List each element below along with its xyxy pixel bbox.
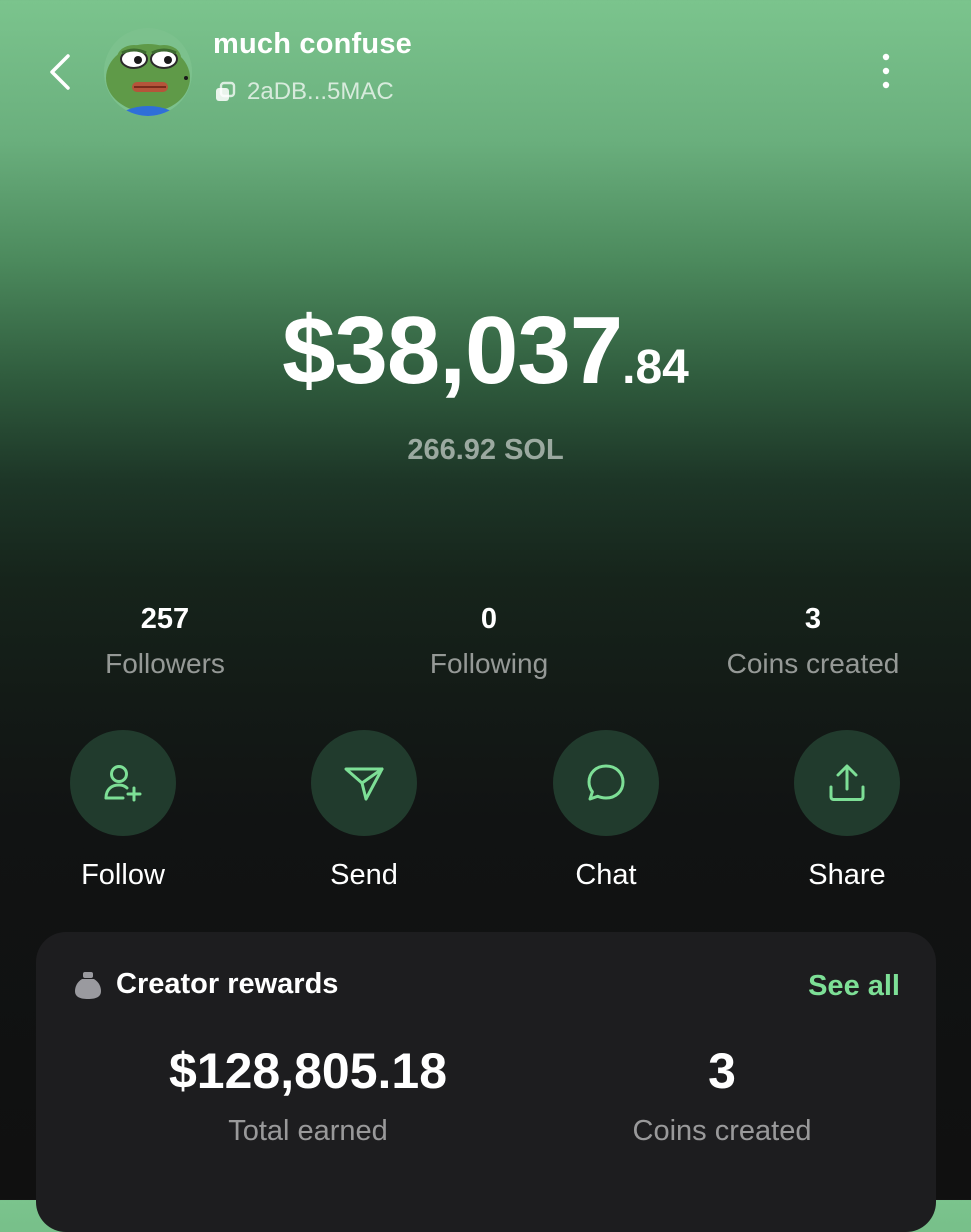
creator-rewards-title: Creator rewards <box>116 968 339 1000</box>
share-icon <box>829 764 865 801</box>
chat-label: Chat <box>575 859 637 891</box>
following-label: Following <box>429 648 549 679</box>
frog-avatar-image <box>104 28 192 116</box>
chat-button[interactable]: Chat <box>526 730 686 892</box>
send-button[interactable]: Send <box>284 730 444 892</box>
send-icon <box>344 767 384 801</box>
total-earned-stat: $128,805.18 Total earned <box>108 1040 508 1160</box>
copy-icon <box>213 80 237 104</box>
wallet-address-copy[interactable]: 2aDB...5MAC <box>213 76 394 108</box>
share-button-circle[interactable] <box>794 730 900 836</box>
chevron-left-icon <box>50 54 70 90</box>
stat-coins-created[interactable]: 3 Coins created <box>663 600 963 690</box>
creator-rewards-card: Creator rewards See all $128,805.18 Tota… <box>36 932 936 1232</box>
following-count: 0 <box>480 603 498 635</box>
wallet-address: 2aDB...5MAC <box>247 78 394 105</box>
followers-count: 257 <box>140 603 190 635</box>
total-earned-value: $128,805.18 <box>168 1043 448 1099</box>
followers-label: Followers <box>105 648 225 679</box>
coins-created-count: 3 <box>804 603 822 635</box>
chat-button-circle[interactable] <box>553 730 659 836</box>
user-name: much confuse <box>213 28 412 60</box>
follow-button-circle[interactable] <box>70 730 176 836</box>
send-button-circle[interactable] <box>311 730 417 836</box>
balance-sol: 266.92 SOL <box>407 434 564 466</box>
total-earned-label: Total earned <box>228 1115 388 1147</box>
creator-rewards-header: Creator rewards <box>74 968 338 1001</box>
rewards-coins-created-label: Coins created <box>632 1115 812 1147</box>
rewards-coins-created-stat: 3 Coins created <box>522 1040 922 1160</box>
coins-created-label: Coins created <box>726 648 900 679</box>
more-vertical-icon <box>882 53 890 89</box>
follow-label: Follow <box>81 859 165 891</box>
avatar[interactable] <box>104 28 192 116</box>
stat-following[interactable]: 0 Following <box>339 600 639 690</box>
chat-bubble-icon <box>587 764 625 801</box>
share-label: Share <box>808 859 886 891</box>
balance-usd-main: $38,037 <box>282 297 623 404</box>
follow-button[interactable]: Follow <box>43 730 203 892</box>
money-bag-icon <box>74 970 102 1000</box>
more-options-button[interactable] <box>866 48 906 94</box>
rewards-coins-created-value: 3 <box>708 1043 736 1099</box>
balance-usd-cents: .84 <box>622 341 689 394</box>
back-button[interactable] <box>38 48 82 96</box>
portfolio-balance: $38,037.84 <box>0 296 971 406</box>
add-user-icon <box>104 765 142 802</box>
see-all-link[interactable]: See all <box>808 970 900 1003</box>
send-label: Send <box>330 859 398 891</box>
share-button[interactable]: Share <box>767 730 927 892</box>
stat-followers[interactable]: 257 Followers <box>15 600 315 690</box>
